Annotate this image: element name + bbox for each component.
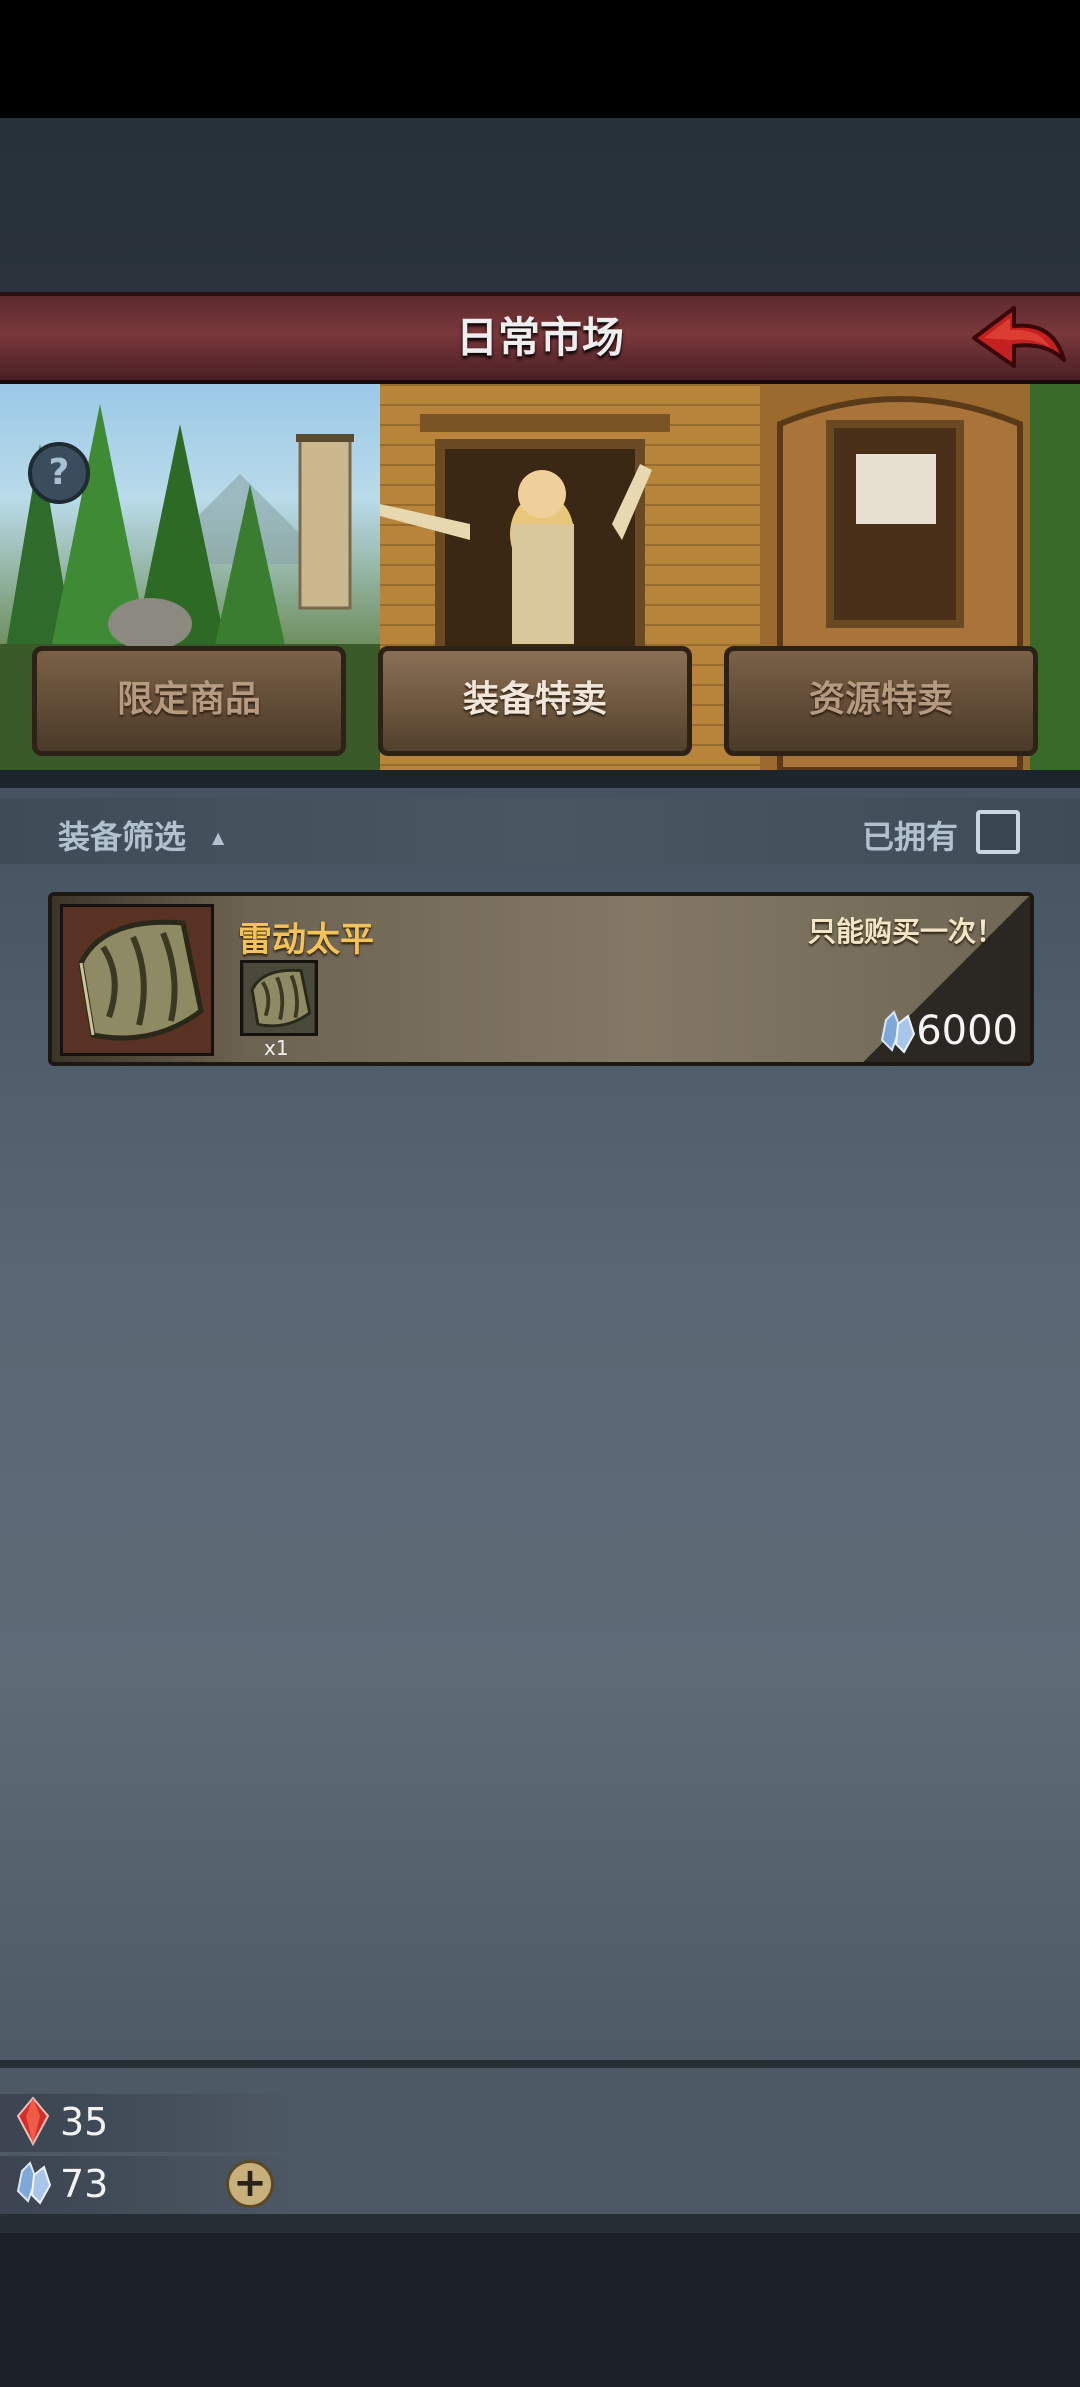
owned-filter-label: 已拥有	[862, 818, 959, 856]
item-portrait	[60, 904, 214, 1056]
purchase-limit-text: 只能购买一次！	[807, 915, 1004, 948]
scene-divider	[0, 770, 1080, 788]
tab-equipment-sale[interactable]: 装备特卖	[378, 646, 692, 756]
tab-limited-goods[interactable]: 限定商品	[32, 646, 346, 756]
status-bar-area	[0, 0, 1080, 118]
ruby-count: 35	[60, 2100, 109, 2144]
item-price: 6000	[916, 1008, 1018, 1054]
tab-label: 限定商品	[116, 679, 261, 720]
back-arrow-icon	[972, 306, 1066, 368]
plus-icon: +	[233, 2160, 267, 2206]
equipment-filter-button[interactable]: 装备筛选	[58, 812, 186, 858]
add-crystal-button[interactable]: +	[226, 2160, 274, 2208]
back-button[interactable]	[970, 302, 1070, 376]
bottom-area	[0, 2233, 1080, 2387]
bracer-small-icon	[243, 963, 315, 1033]
help-button[interactable]: ?	[28, 442, 90, 504]
item-quantity: x1	[264, 1036, 289, 1060]
item-card[interactable]: 雷动太平 只能购买一次！ x1 6000	[48, 892, 1034, 1066]
sort-up-icon: ▲	[212, 828, 225, 847]
crystal-icon	[880, 1010, 916, 1054]
page-title: 日常市场	[455, 313, 624, 362]
tab-label: 资源特卖	[808, 679, 953, 720]
crystal-icon	[16, 2161, 52, 2205]
crystal-count: 73	[60, 2162, 109, 2206]
item-name: 雷动太平	[238, 920, 374, 960]
tab-resource-sale[interactable]: 资源特卖	[724, 646, 1038, 756]
ruby-icon	[16, 2096, 50, 2146]
question-icon: ?	[48, 452, 70, 493]
shop-scene: ? 限定商品 装备特卖 资源特卖	[0, 384, 1080, 770]
owned-checkbox[interactable]	[976, 810, 1020, 854]
tab-label: 装备特卖	[462, 679, 607, 720]
header-banner: 日常市场	[0, 292, 1080, 384]
item-reward-thumbnail	[240, 960, 318, 1036]
bracer-icon	[63, 907, 211, 1053]
